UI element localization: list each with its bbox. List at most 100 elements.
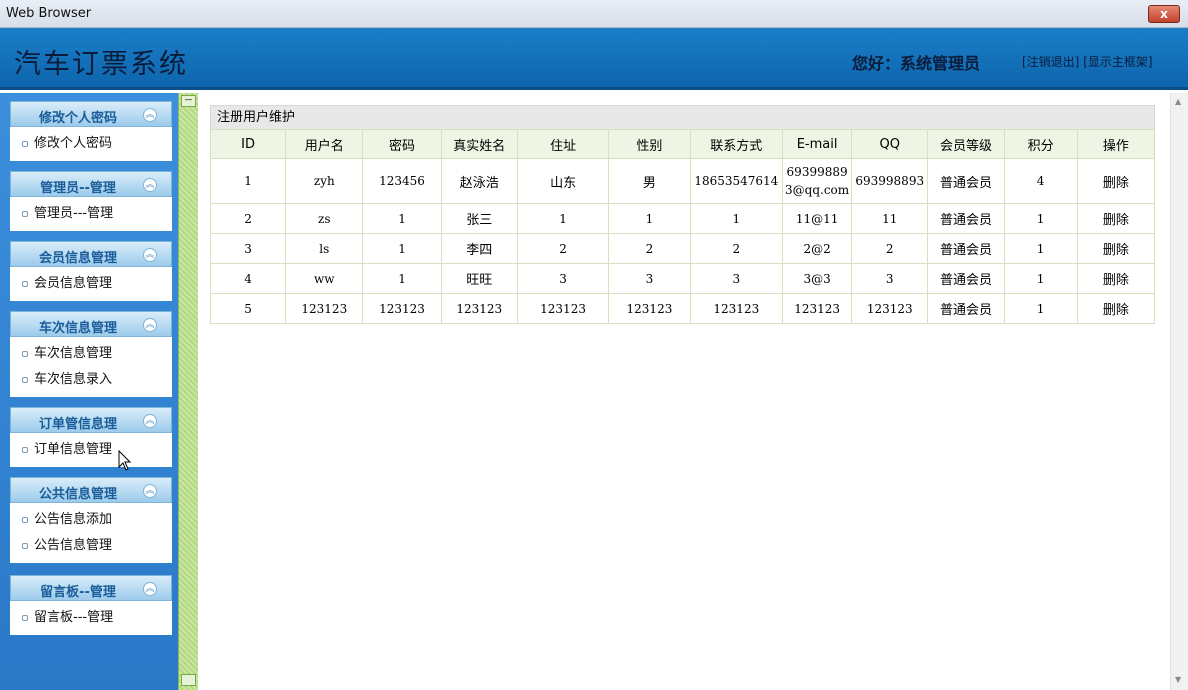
cell-qq: 123123 [851,293,929,324]
cell-qq: 693998893 [851,158,929,204]
cell-gender: 1 [608,203,691,234]
scroll-down-icon[interactable]: ▼ [1175,675,1181,684]
sidebar-group-header[interactable]: 订单管信息理 ︽ [10,407,172,433]
sidebar-item-trip-entry[interactable]: 车次信息录入 [10,367,172,393]
sidebar-group-header[interactable]: 公共信息管理 ︽ [10,477,172,503]
cell-contact: 123123 [689,293,784,324]
users-table: ID 用户名 密码 真实姓名 住址 性别 联系方式 E-mail QQ 会员等级… [209,129,1156,324]
window-close-button[interactable]: x [1148,5,1180,23]
chevron-up-icon[interactable]: ︽ [143,484,157,498]
chevron-up-icon[interactable]: ︽ [143,318,157,332]
cell-points: 1 [1003,233,1078,264]
collapse-sidebar-button[interactable]: — [181,95,196,107]
cell-username: ww [285,263,364,294]
col-action: 操作 [1076,129,1156,159]
table-row: 5 123123 123123 123123 123123 123123 123… [209,293,1156,324]
sidebar-group-body: 管理员---管理 [10,197,172,231]
sidebar-item-label: 留言板---管理 [34,610,114,625]
user-greeting: 您好：系统管理员 [852,54,981,73]
cell-address: 3 [516,263,610,294]
chevron-up-icon[interactable]: ︽ [143,248,157,262]
col-username: 用户名 [285,129,364,159]
sidebar-group-change-password: 修改个人密码 ︽ 修改个人密码 [10,101,172,161]
sidebar-item-member-manage[interactable]: 会员信息管理 [10,271,172,297]
chevron-up-icon[interactable]: ︽ [143,108,157,122]
app-title: 汽车订票系统 [14,49,188,80]
cell-email: 11@11 [782,203,853,234]
delete-link[interactable]: 删除 [1076,233,1156,264]
square-bullet-icon [22,446,28,453]
cell-level: 普通会员 [927,263,1005,294]
cell-qq: 11 [851,203,929,234]
cell-gender: 男 [608,158,691,204]
cell-username: ls [285,233,364,264]
sidebar-item-notice-manage[interactable]: 公告信息管理 [10,533,172,559]
cell-contact: 18653547614 [689,158,784,204]
sidebar-item-change-password[interactable]: 修改个人密码 [10,131,172,157]
table-row: 2 zs 1 张三 1 1 1 11@11 11 普通会员 1 删除 [209,203,1156,234]
cell-points: 1 [1003,293,1078,324]
chevron-up-icon[interactable]: ︽ [143,178,157,192]
delete-link[interactable]: 删除 [1076,203,1156,234]
sidebar-item-notice-add[interactable]: 公告信息添加 [10,507,172,533]
chevron-up-icon[interactable]: ︽ [143,414,157,428]
cell-realname: 赵泳浩 [440,158,518,204]
sidebar-group-header[interactable]: 留言板--管理 ︽ [10,575,172,601]
cell-password: 1 [362,233,442,264]
logout-link[interactable]: [注销退出] [1022,55,1079,69]
sidebar-item-label: 公告信息添加 [34,512,113,527]
cell-contact: 3 [689,263,784,294]
show-main-frame-link[interactable]: [显示主框架] [1083,55,1152,69]
window-titlebar: Web Browser x [0,0,1188,28]
sidebar-group-title: 订单管信息理 [38,417,117,432]
col-id: ID [209,129,287,159]
cell-qq: 2 [851,233,929,264]
cell-password: 1 [362,203,442,234]
splitter-handle[interactable] [181,674,196,686]
sidebar-group-title: 车次信息管理 [38,321,117,336]
cell-username: 123123 [285,293,364,324]
chevron-up-icon[interactable]: ︽ [143,582,157,596]
window-title: Web Browser [6,6,92,21]
table-row: 1 zyh 123456 赵泳浩 山东 男 18653547614 693998… [209,158,1156,204]
scroll-up-icon[interactable]: ▲ [1175,97,1181,106]
sidebar-group-guestbook: 留言板--管理 ︽ 留言板---管理 [10,575,172,635]
sidebar-item-guestbook-manage[interactable]: 留言板---管理 [10,605,172,631]
cell-address: 123123 [516,293,610,324]
cell-points: 4 [1003,158,1078,204]
sidebar-group-header[interactable]: 修改个人密码 ︽ [10,101,172,127]
sidebar-item-admin-manage[interactable]: 管理员---管理 [10,201,172,227]
cell-address: 1 [516,203,610,234]
sidebar-group-admin: 管理员--管理 ︽ 管理员---管理 [10,171,172,231]
cell-id: 3 [209,233,287,264]
cell-level: 普通会员 [927,293,1005,324]
col-points: 积分 [1003,129,1078,159]
sidebar-item-trip-manage[interactable]: 车次信息管理 [10,341,172,367]
delete-link[interactable]: 删除 [1076,263,1156,294]
sidebar-group-body: 车次信息管理 车次信息录入 [10,337,172,397]
sidebar-item-label: 订单信息管理 [34,442,113,457]
col-qq: QQ [851,129,929,159]
delete-link[interactable]: 删除 [1076,293,1156,324]
users-panel: 注册用户维护 ID 用户名 密码 真实姓名 住址 性别 联系方式 E-mail … [209,105,1156,324]
sidebar-item-order-manage[interactable]: 订单信息管理 [10,437,172,463]
cell-address: 山东 [516,158,610,204]
delete-link[interactable]: 删除 [1076,158,1156,204]
square-bullet-icon [22,140,28,147]
sidebar-group-header[interactable]: 车次信息管理 ︽ [10,311,172,337]
cell-gender: 123123 [608,293,691,324]
cell-level: 普通会员 [927,203,1005,234]
cell-address: 2 [516,233,610,264]
sidebar-group-header[interactable]: 会员信息管理 ︽ [10,241,172,267]
square-bullet-icon [22,376,28,383]
col-contact: 联系方式 [689,129,784,159]
cell-username: zs [285,203,364,234]
sidebar-item-label: 车次信息管理 [34,346,113,361]
cell-realname: 123123 [440,293,518,324]
frame-splitter[interactable]: — [178,93,198,690]
sidebar-group-title: 管理员--管理 [40,181,116,196]
vertical-scrollbar[interactable]: ▲ ▼ [1170,93,1188,690]
panel-title: 注册用户维护 [210,105,1155,129]
sidebar-item-label: 公告信息管理 [34,538,113,553]
sidebar-group-header[interactable]: 管理员--管理 ︽ [10,171,172,197]
